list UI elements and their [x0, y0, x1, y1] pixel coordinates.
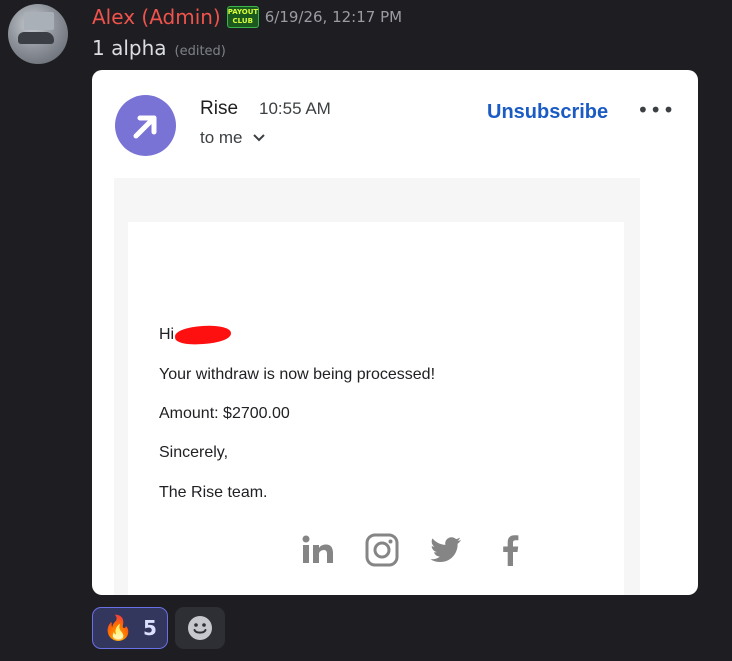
redaction-mark — [174, 324, 231, 346]
author-name[interactable]: Alex (Admin) — [92, 5, 221, 29]
twitter-icon[interactable] — [426, 530, 466, 570]
fire-emoji-icon: 🔥 — [103, 614, 133, 642]
message-header: Alex (Admin) PAYOUT CLUB 6/19/26, 12:17 … — [92, 4, 402, 30]
social-links — [298, 530, 530, 570]
edited-label: (edited) — [174, 44, 226, 59]
role-badge-line-1: PAYOUT — [227, 8, 259, 16]
avatar[interactable] — [8, 4, 68, 64]
reaction-fire[interactable]: 🔥 5 — [92, 607, 168, 649]
sender-logo-icon — [115, 95, 176, 156]
amount-value: $2700.00 — [223, 405, 290, 422]
amount-label: Amount: — [159, 405, 219, 422]
message-content: 1 alpha (edited) — [92, 36, 226, 60]
greeting-line: Hi — [159, 324, 231, 346]
amount-line: Amount: $2700.00 — [159, 405, 290, 423]
instagram-icon[interactable] — [362, 530, 402, 570]
more-options-icon[interactable]: ••• — [637, 98, 675, 122]
reaction-count: 5 — [142, 616, 157, 640]
recipient-row[interactable]: to me — [200, 128, 265, 148]
message-text: 1 alpha — [92, 36, 167, 60]
facebook-icon[interactable] — [490, 530, 530, 570]
avatar-house-shape — [24, 12, 54, 30]
attachment-email-screenshot[interactable]: Rise 10:55 AM to me Unsubscribe ••• Hi Y… — [92, 70, 698, 595]
email-time: 10:55 AM — [259, 99, 331, 118]
greeting: Hi — [159, 326, 175, 344]
chevron-down-icon[interactable] — [252, 134, 265, 142]
timestamp: 6/19/26, 12:17 PM — [264, 8, 403, 26]
recipient-label: to me — [200, 128, 243, 147]
avatar-car-shape — [18, 32, 54, 44]
reactions-bar: 🔥 5 — [92, 607, 225, 649]
role-badge-icon: PAYOUT CLUB — [226, 6, 259, 28]
signature-line: The Rise team. — [159, 484, 268, 501]
unsubscribe-link[interactable]: Unsubscribe — [487, 101, 608, 124]
add-reaction-button[interactable] — [175, 607, 225, 649]
status-line: Your withdraw is now being processed! — [159, 366, 436, 383]
linkedin-icon[interactable] — [298, 530, 338, 570]
email-body: Hi Your withdraw is now being processed!… — [128, 222, 624, 595]
sender-name: Rise — [200, 98, 239, 119]
smiley-icon — [188, 616, 212, 640]
closing-line: Sincerely, — [159, 444, 229, 461]
role-badge-line-2: CLUB — [232, 17, 253, 25]
